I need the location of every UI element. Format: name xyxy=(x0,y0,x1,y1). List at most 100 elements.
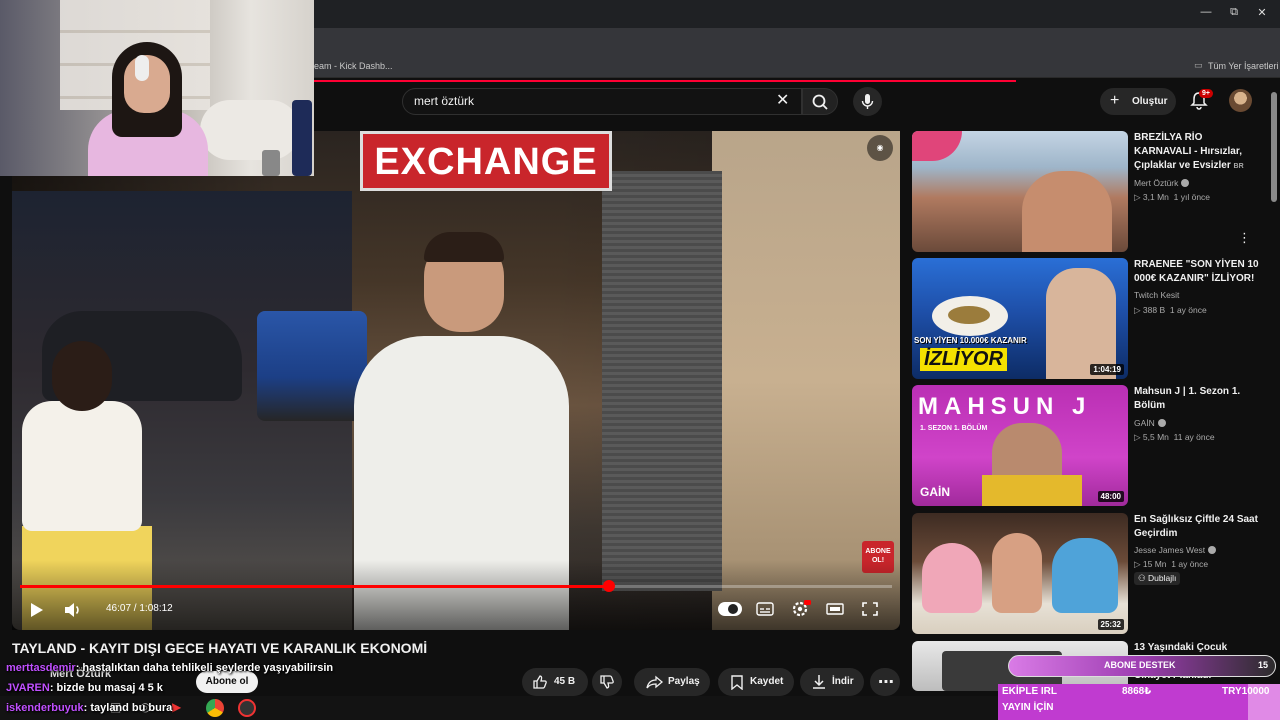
chrome-icon[interactable] xyxy=(206,699,224,717)
close-window-button[interactable]: ✕ xyxy=(1250,6,1274,22)
chat-text: : bizde bu masaj 4 5 k xyxy=(49,682,163,694)
download-button[interactable]: İndir xyxy=(800,668,864,696)
fullscreen-button[interactable] xyxy=(861,601,879,617)
thumb-person xyxy=(1022,171,1112,252)
verified-icon xyxy=(1181,179,1190,187)
rec-age: 1 ay önce xyxy=(1169,305,1207,315)
rec-title[interactable]: BREZİLYA RİO KARNAVALI - Hırsızlar, Çıpl… xyxy=(1134,131,1262,174)
bookmark-icon xyxy=(731,675,743,690)
views-icon: ▷ xyxy=(1134,192,1143,202)
autoplay-toggle[interactable] xyxy=(718,602,742,616)
download-icon xyxy=(813,675,825,689)
rec-channel-name: Jesse James West xyxy=(1134,545,1206,555)
toggle-knob xyxy=(728,604,738,614)
verified-icon xyxy=(1208,546,1217,554)
download-label: İndir xyxy=(832,676,854,687)
like-count: 45 B xyxy=(554,676,576,687)
rec-thumbnail[interactable]: SON YİYEN 10.000€ KAZANIR İZLİYOR 1:04:1… xyxy=(912,258,1128,379)
save-button[interactable]: Kaydet xyxy=(718,668,794,696)
taskbar-icon[interactable] xyxy=(238,699,256,717)
subscribe-button[interactable]: Abone ol xyxy=(196,671,258,693)
voice-search-button[interactable] xyxy=(853,87,882,116)
all-bookmarks-link[interactable]: Tüm Yer İşaretleri xyxy=(1208,61,1279,71)
plus-icon: + xyxy=(1110,92,1120,109)
video-player[interactable]: EXCHANGE ABONE OL! ◉ xyxy=(12,131,900,630)
thumb-fish xyxy=(948,306,990,324)
page-scrollbar[interactable] xyxy=(1271,92,1277,202)
rec-channel[interactable]: Mert Öztürk xyxy=(1134,178,1190,188)
maximize-button[interactable]: ⧉ xyxy=(1222,6,1246,22)
video-title: TAYLAND - KAYIT DIŞI GECE HAYATI VE KARA… xyxy=(12,640,428,656)
rec-title-suffix: BR xyxy=(1233,163,1244,170)
rec-channel[interactable]: GAİN xyxy=(1134,418,1166,428)
duration-badge: 1:04:19 xyxy=(1090,364,1124,375)
seek-handle[interactable] xyxy=(603,580,615,592)
chat-message: merttasdemir: hastalıktan daha tehlikeli… xyxy=(6,662,333,674)
thumb-jersey xyxy=(982,475,1082,506)
more-horizontal-icon: ⋯ xyxy=(878,674,894,691)
channel-watermark[interactable]: ◉ xyxy=(867,135,893,161)
chat-message: JVAREN: bizde bu masaj 4 5 k xyxy=(6,682,163,694)
duration-badge: 25:32 xyxy=(1097,619,1124,630)
bookmark-kick-dashboard[interactable]: eam - Kick Dashb... xyxy=(314,61,393,71)
rec-channel-name: GAİN xyxy=(1134,418,1155,428)
rec-title[interactable]: En Sağlıksız Çiftle 24 Saat Geçirdim xyxy=(1134,513,1262,541)
drink-can xyxy=(262,150,280,176)
rec-title-text: BREZİLYA RİO KARNAVALI - Hırsızlar, Çıpl… xyxy=(1134,132,1242,171)
play-button[interactable] xyxy=(26,600,46,620)
rec-age: 1 ay önce xyxy=(1171,559,1209,569)
chat-text: : hastalıktan daha tehlikeli şeylerde ya… xyxy=(75,662,334,674)
subtitles-icon xyxy=(756,602,774,616)
search-button[interactable] xyxy=(802,88,838,115)
volume-icon xyxy=(65,603,79,617)
rec-views: 3,1 Mn xyxy=(1142,192,1169,202)
seek-progress xyxy=(20,585,609,588)
chat-text: : tayland bu bura xyxy=(83,702,173,714)
theater-mode-button[interactable] xyxy=(826,601,844,617)
headphones xyxy=(135,55,149,81)
share-button[interactable]: Paylaş xyxy=(634,668,710,696)
rec-stats: ▷ 3,1 Mn 1 yıl önce xyxy=(1134,192,1210,203)
create-button[interactable]: + Oluştur xyxy=(1100,88,1176,115)
rec-title[interactable]: RRAENEE "SON YİYEN 10 000€ KAZANIR" İZLİ… xyxy=(1134,258,1262,286)
chat-username: merttasdemir xyxy=(6,662,76,674)
rec-channel-name: Mert Öztürk xyxy=(1134,178,1179,188)
subtitles-button[interactable] xyxy=(756,601,774,617)
more-actions-button[interactable]: ⋯ xyxy=(870,668,900,696)
account-avatar[interactable] xyxy=(1229,89,1252,112)
sub-goal-count: 15 xyxy=(1258,660,1269,670)
passerby-top xyxy=(22,401,142,531)
rec-channel[interactable]: Twitch Kesit xyxy=(1134,290,1179,300)
rec-thumbnail[interactable] xyxy=(912,131,1128,252)
dubbed-label: Dublajlı xyxy=(1147,573,1177,583)
rec-thumbnail[interactable]: 25:32 xyxy=(912,513,1128,634)
clear-search-icon[interactable]: ✕ xyxy=(776,92,789,110)
minimize-button[interactable]: — xyxy=(1194,6,1218,22)
taskbar-icon[interactable]: ▶ xyxy=(172,700,188,716)
thumb-person-center xyxy=(992,533,1042,613)
time-display: 46:07 / 1:08:12 xyxy=(106,603,173,614)
dislike-button[interactable] xyxy=(592,668,622,696)
search-query[interactable]: mert öztürk xyxy=(414,94,474,108)
rec-stats: ▷ 15 Mn 1 ay önce xyxy=(1134,559,1208,570)
rec-age: 11 ay önce xyxy=(1173,432,1215,442)
like-button[interactable]: 45 B xyxy=(522,668,588,696)
thumb-face xyxy=(1046,268,1116,379)
save-label: Kaydet xyxy=(750,676,784,687)
presenter-hair xyxy=(424,232,504,262)
rec-more-icon[interactable]: ⋮ xyxy=(1238,230,1251,246)
donation-amount: 8868₺ xyxy=(1122,686,1152,697)
thumb-logo: GAİN xyxy=(920,485,950,499)
notification-count-badge: 9+ xyxy=(1199,89,1213,98)
duration-badge: 48:00 xyxy=(1097,491,1124,502)
mute-button[interactable] xyxy=(62,600,84,620)
donation-goal: TRY10000 xyxy=(1222,686,1270,697)
rec-title[interactable]: Mahsun J | 1. Sezon 1. Bölüm xyxy=(1134,385,1262,413)
rec-thumbnail[interactable]: MAHSUN J 1. SEZON 1. BÖLÜM GAİN 48:00 xyxy=(912,385,1128,506)
settings-button[interactable] xyxy=(791,600,811,618)
rec-channel[interactable]: Jesse James West xyxy=(1134,545,1217,555)
rec-stats: ▷ 388 B 1 ay önce xyxy=(1134,305,1207,316)
views-icon: ▷ xyxy=(1134,559,1143,569)
controls-gradient xyxy=(12,560,900,630)
thumb-decoration xyxy=(912,131,962,161)
